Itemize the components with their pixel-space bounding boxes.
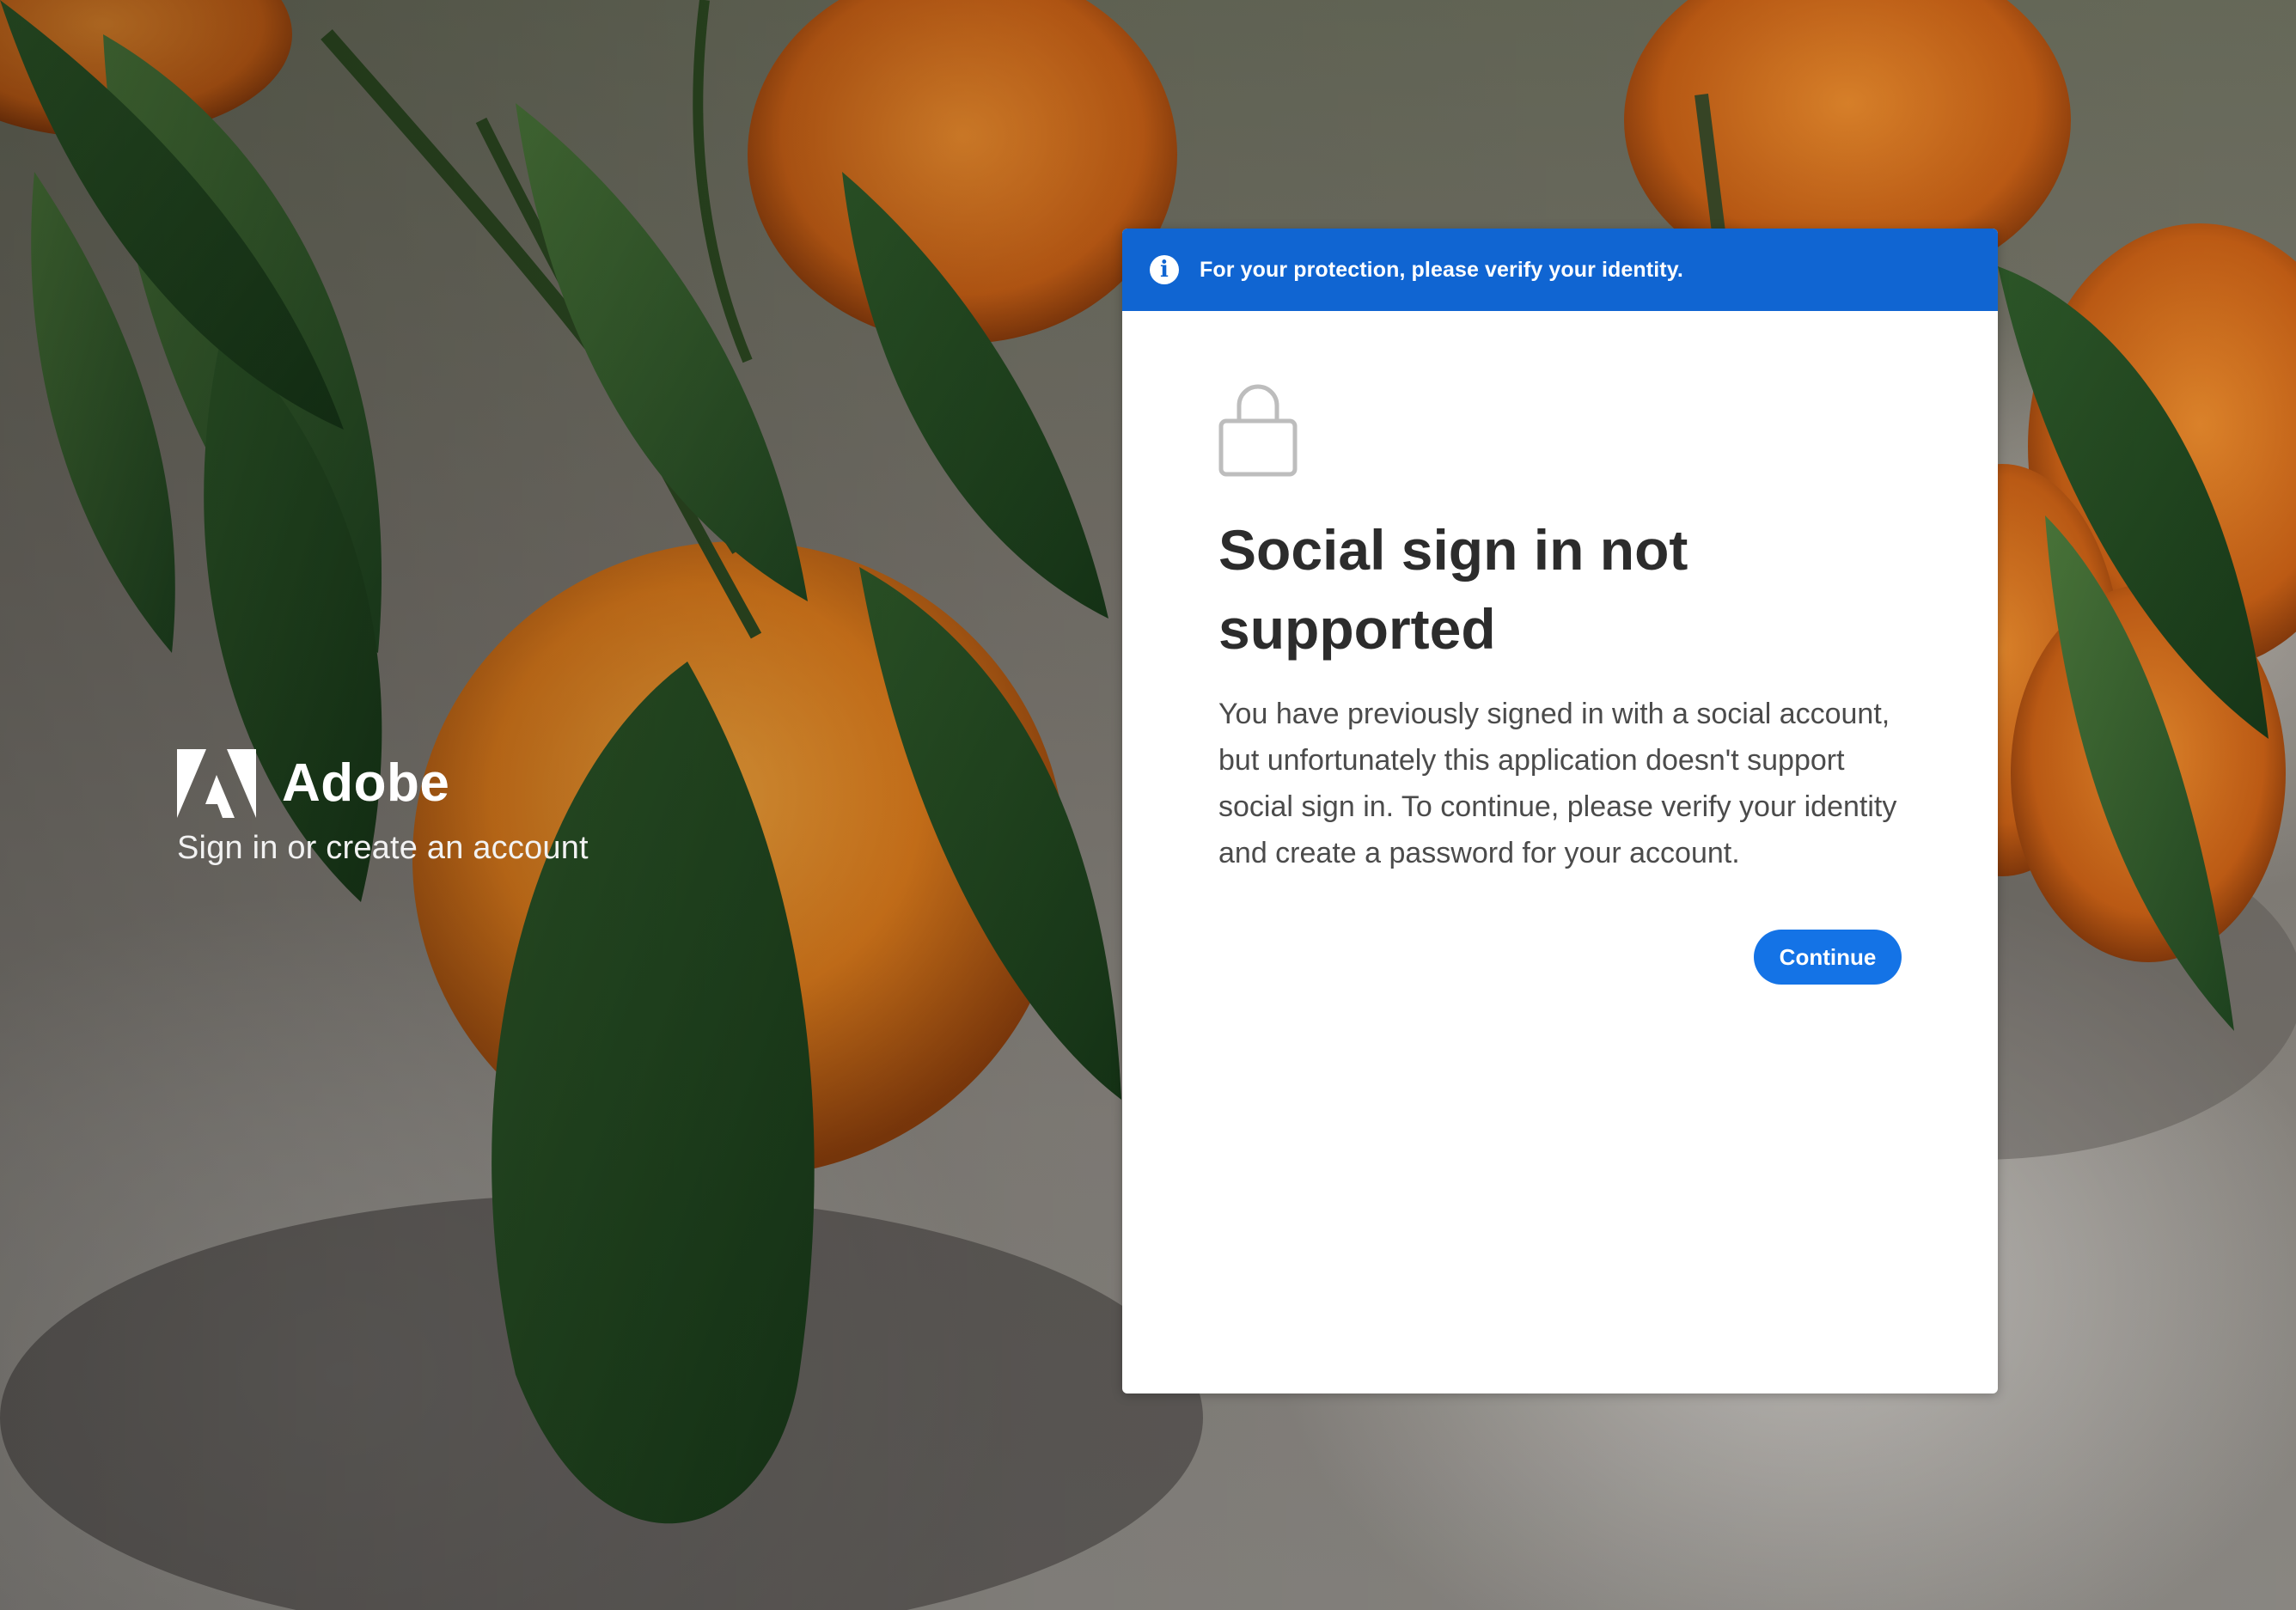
continue-button[interactable]: Continue (1754, 930, 1902, 985)
banner-message: For your protection, please verify your … (1200, 257, 1683, 282)
info-icon: i (1150, 255, 1179, 284)
verify-identity-card: i For your protection, please verify you… (1122, 229, 1998, 1394)
description-text: You have previously signed in with a soc… (1218, 698, 1897, 869)
card-body: Social sign in not supported You have pr… (1122, 378, 1998, 985)
brand-block: Adobe Sign in or create an account (177, 749, 589, 867)
adobe-logo-icon (177, 749, 256, 818)
brand-name: Adobe (282, 753, 450, 813)
card-actions: Continue (1218, 930, 1902, 985)
brand-row: Adobe (177, 749, 589, 818)
brand-tagline: Sign in or create an account (177, 830, 589, 866)
page-title: Social sign in not supported (1218, 518, 1688, 661)
protection-banner: i For your protection, please verify you… (1122, 229, 1998, 311)
lock-icon (1218, 384, 1298, 477)
